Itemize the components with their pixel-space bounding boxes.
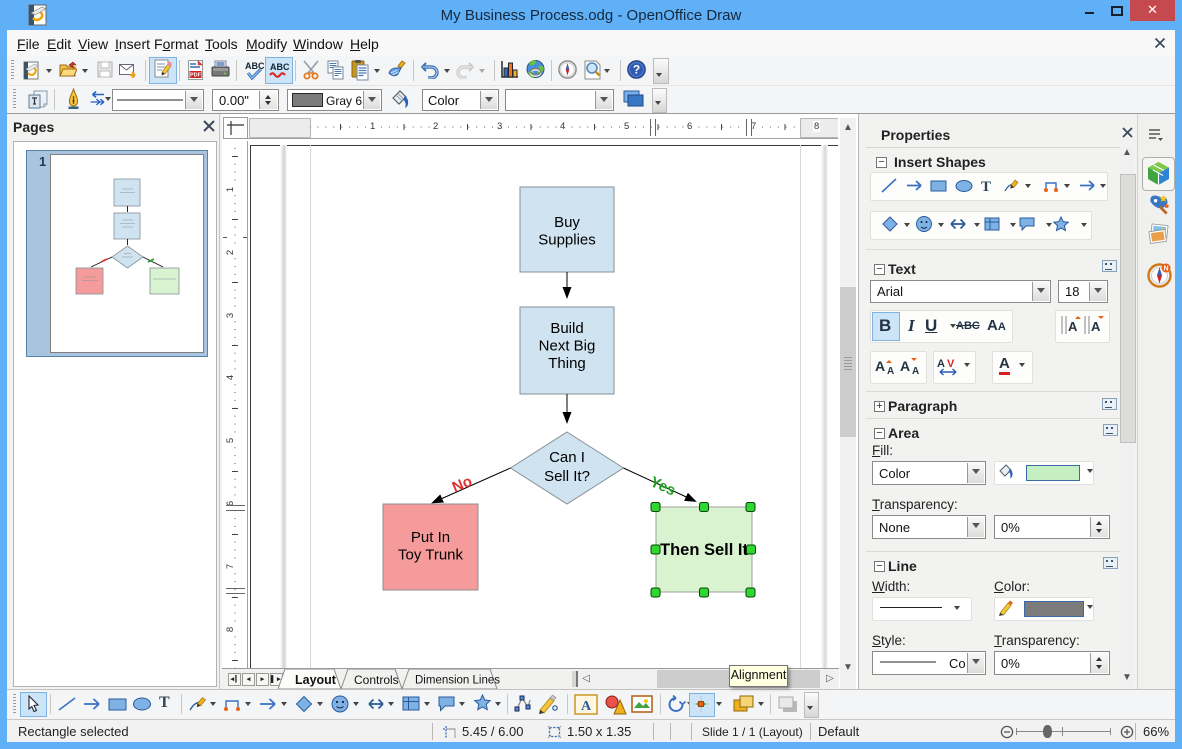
svg-text:A: A <box>900 358 910 374</box>
svg-text:1: 1 <box>39 154 46 169</box>
svg-text:Supplies: Supplies <box>538 232 596 249</box>
svg-text:PDF: PDF <box>190 73 202 79</box>
svg-text:A: A <box>581 699 592 714</box>
svg-text:A: A <box>1091 319 1101 334</box>
svg-text:Buy: Buy <box>554 214 580 231</box>
svg-text:A: A <box>1068 319 1078 334</box>
svg-text:Thing: Thing <box>548 355 586 372</box>
svg-text:Then Sell It: Then Sell It <box>660 541 749 559</box>
svg-text:T: T <box>981 179 991 194</box>
svg-text:A: A <box>875 358 885 374</box>
svg-text:Sell It?: Sell It? <box>544 468 590 485</box>
svg-text:Toy Trunk: Toy Trunk <box>398 547 464 564</box>
svg-text:ABC: ABC <box>270 62 289 72</box>
svg-text:Yes: Yes <box>648 473 679 499</box>
svg-text:A: A <box>937 358 945 370</box>
svg-text:Layout: Layout <box>295 673 337 687</box>
svg-text:Dimension Lines: Dimension Lines <box>415 675 500 687</box>
svg-text:?: ? <box>633 63 640 77</box>
svg-text:Build: Build <box>550 320 583 337</box>
svg-text:V: V <box>947 358 955 370</box>
svg-text:Next Big: Next Big <box>539 338 596 355</box>
svg-text:Can I: Can I <box>549 449 585 466</box>
svg-text:No: No <box>450 473 475 496</box>
svg-text:A: A <box>912 366 919 377</box>
svg-text:A: A <box>887 366 894 377</box>
svg-text:Put In: Put In <box>411 529 450 546</box>
svg-text:Controls: Controls <box>354 673 399 687</box>
svg-text:N: N <box>1163 266 1168 273</box>
